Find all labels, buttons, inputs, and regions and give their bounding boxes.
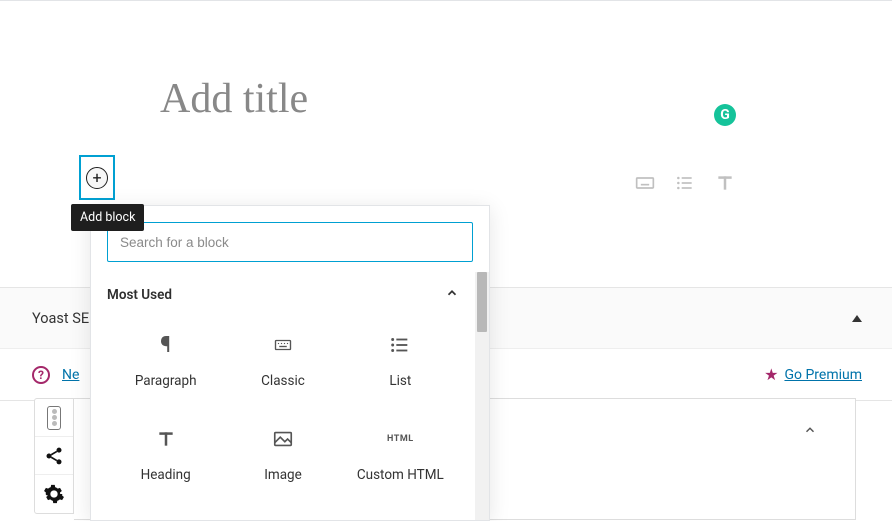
yoast-tabs <box>34 398 74 514</box>
tab-social[interactable] <box>35 437 73 475</box>
block-list[interactable]: List <box>342 316 459 404</box>
tab-advanced[interactable] <box>35 475 73 513</box>
block-inserter-panel: Most Used ¶ Paragraph Classic <box>90 205 490 521</box>
add-block-button[interactable]: + <box>79 155 115 200</box>
block-search-input[interactable] <box>107 222 473 262</box>
add-block-tooltip: Add block <box>71 204 144 231</box>
editor-canvas: Add title G + Add block Most Used <box>0 0 892 1</box>
block-classic[interactable]: Classic <box>224 316 341 404</box>
block-paragraph[interactable]: ¶ Paragraph <box>107 316 224 404</box>
paragraph-icon: ¶ <box>160 331 171 359</box>
section-title: Most Used <box>107 287 172 303</box>
block-image[interactable]: Image <box>224 410 341 498</box>
list-icon[interactable] <box>675 173 695 197</box>
tab-readability[interactable] <box>35 399 73 437</box>
chevron-up-icon <box>445 286 459 304</box>
scrollbar-thumb[interactable] <box>477 272 487 332</box>
yoast-help-link[interactable]: Ne <box>62 367 79 383</box>
panel-collapse-button[interactable] <box>795 415 825 445</box>
star-icon: ★ <box>764 365 778 384</box>
block-custom-html[interactable]: HTML Custom HTML <box>342 410 459 498</box>
share-icon <box>44 446 64 466</box>
gear-icon <box>43 483 65 505</box>
image-icon <box>272 425 294 453</box>
formatting-toolbar <box>635 173 735 197</box>
inserter-scrollbar[interactable] <box>475 272 489 520</box>
grammarly-badge[interactable]: G <box>714 104 736 126</box>
section-most-used-header[interactable]: Most Used <box>107 272 459 316</box>
block-grid: ¶ Paragraph Classic List <box>107 316 459 498</box>
help-icon[interactable]: ? <box>32 366 50 384</box>
traffic-light-icon <box>47 406 61 430</box>
keyboard-icon <box>271 331 295 359</box>
heading-icon <box>156 425 176 453</box>
plus-icon: + <box>86 167 108 189</box>
list-icon <box>389 331 411 359</box>
chevron-up-icon <box>803 423 817 437</box>
post-title-input[interactable]: Add title <box>160 75 308 123</box>
yoast-title: Yoast SEO <box>32 310 99 327</box>
collapse-up-icon <box>852 315 862 322</box>
block-heading[interactable]: Heading <box>107 410 224 498</box>
text-icon[interactable] <box>715 173 735 197</box>
go-premium-link[interactable]: Go Premium <box>784 367 862 383</box>
keyboard-icon[interactable] <box>635 173 655 197</box>
html-icon: HTML <box>387 425 414 453</box>
